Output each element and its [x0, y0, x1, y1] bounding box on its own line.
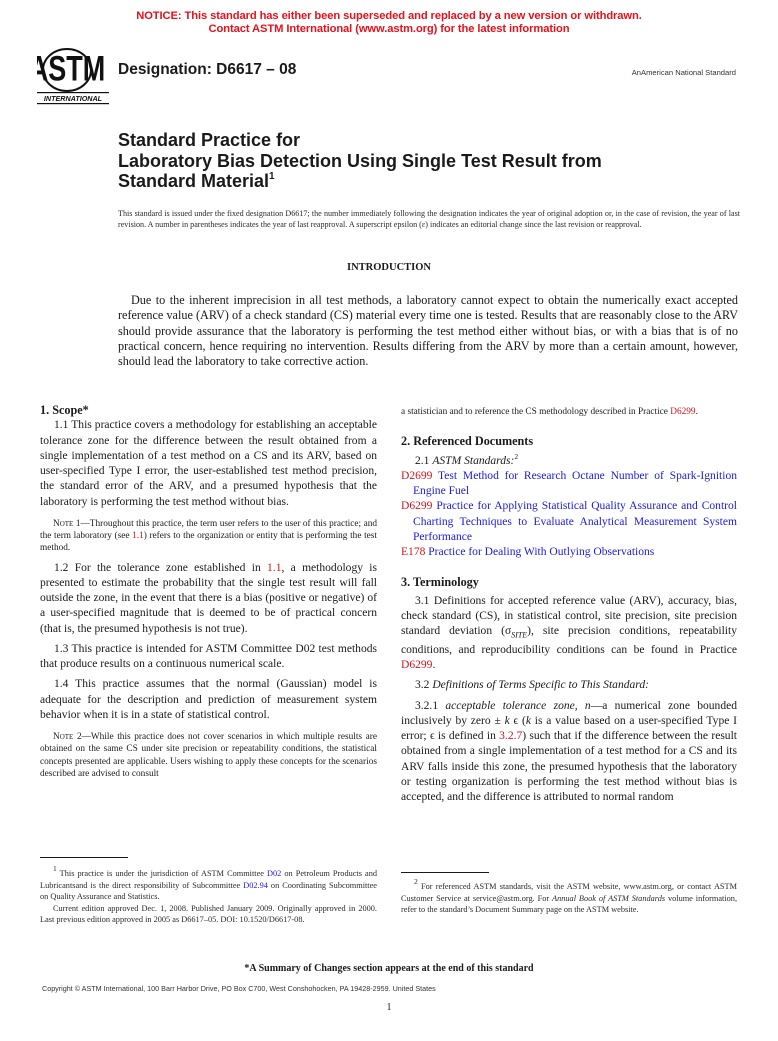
paragraph-1-1: 1.1 This practice covers a methodology f… — [40, 419, 377, 508]
footnote-1-edition: Current edition approved Dec. 1, 2008. P… — [40, 903, 377, 925]
footnote-2-mark[interactable]: 2 — [514, 452, 518, 461]
sigma-subscript: SITE — [511, 630, 528, 640]
introduction-heading: INTRODUCTION — [346, 262, 431, 273]
paragraph-1-2: 1.2 For the tolerance zone established i… — [40, 561, 377, 637]
note-2-continuation-text: a statistician and to reference the CS m… — [401, 407, 671, 417]
introduction-body: Due to the inherent imprecision in all t… — [118, 293, 738, 369]
title-line-3: Standard Material1 — [118, 171, 602, 192]
link-1-1[interactable]: 1.1 — [132, 531, 144, 541]
defined-term: acceptable tolerance zone, n — [445, 699, 591, 712]
notice-line-1: NOTICE: This standard has either been su… — [136, 10, 642, 22]
footnote-1-text: 1 This practice is under the jurisdictio… — [40, 865, 377, 903]
link-d6299[interactable]: D6299 — [670, 407, 695, 417]
copyright: Copyright © ASTM International, 100 Barr… — [42, 984, 436, 993]
introduction-paragraph: Due to the inherent imprecision in all t… — [118, 293, 738, 369]
title-line-2: Laboratory Bias Detection Using Single T… — [118, 150, 602, 171]
paragraph-3-2-num: 3.2 — [415, 679, 433, 692]
ref-item[interactable]: E178 Practice for Dealing With Outlying … — [401, 545, 737, 560]
note-2-text: 2—While this practice does not cover sce… — [40, 732, 377, 780]
definition-text-b: ϵ ( — [509, 714, 526, 727]
ref-code[interactable]: E178 — [401, 546, 425, 558]
withdrawn-notice: NOTICE: This standard has either been su… — [0, 10, 778, 36]
ref-code[interactable]: D2699 — [401, 470, 432, 482]
note-1-label: Note — [53, 518, 74, 529]
section-heading-referenced-documents: 2. Referenced Documents — [401, 434, 534, 449]
ref-code[interactable]: D6299 — [401, 500, 432, 512]
footnote-rule-left — [40, 857, 128, 858]
section-heading-terminology: 3. Terminology — [401, 574, 479, 589]
ref-title[interactable]: Test Method for Research Octane Number o… — [413, 470, 737, 497]
period: . — [432, 659, 436, 672]
paragraph-3-2-1: 3.2.1 acceptable tolerance zone, n—a num… — [401, 699, 737, 806]
paragraph-3-1: 3.1 Definitions for accepted reference v… — [401, 594, 737, 674]
title-line-1: Standard Practice for — [118, 130, 301, 150]
note-2: Note 2—While this practice does not cove… — [40, 731, 377, 780]
issued-note: This standard is issued under the fixed … — [118, 209, 740, 230]
logo-letters: ASTM — [37, 49, 105, 88]
note-2-continuation: a statistician and to reference the CS m… — [401, 406, 737, 418]
link-1-1[interactable]: 1.1 — [267, 562, 281, 574]
ref-item[interactable]: D2699 Test Method for Research Octane Nu… — [401, 469, 737, 500]
page-number: 1 — [386, 1002, 392, 1013]
ref-title[interactable]: Practice for Dealing With Outlying Obser… — [428, 546, 654, 558]
paragraph-3-2-1-num: 3.2.1 — [415, 699, 446, 712]
notice-line-2: Contact ASTM International (www.astm.org… — [208, 23, 570, 35]
section-heading-scope: 1. Scope* — [40, 403, 89, 417]
note-1: Note 1—Throughout this practice, the ter… — [40, 518, 377, 555]
summary-of-changes-notice: *A Summary of Changes section appears at… — [244, 963, 534, 974]
period: . — [695, 407, 698, 417]
paragraph-1-4: 1.4 This practice assumes that the norma… — [40, 678, 377, 721]
logo-subtext: INTERNATIONAL — [44, 94, 102, 103]
annual-book-title: Annual Book of ASTM Standards — [552, 893, 666, 903]
astm-logo: ASTM INTERNATIONAL — [29, 48, 113, 106]
link-d02-94[interactable]: D02.94 — [243, 881, 268, 890]
footnote-rule-right — [401, 872, 489, 873]
paragraph-1-2-text-a: 1.2 For the tolerance zone established i… — [54, 561, 268, 574]
paragraph-3-2-title: Definitions of Terms Specific to This St… — [432, 679, 649, 692]
link-d6299[interactable]: D6299 — [401, 659, 432, 671]
link-3-2-7[interactable]: 3.2.7 — [499, 730, 522, 742]
paragraph-1-3: 1.3 This practice is intended for ASTM C… — [40, 642, 377, 671]
american-national-standard-label: AnAmerican National Standard — [631, 68, 736, 77]
ref-item[interactable]: D6299 Practice for Applying Statistical … — [401, 499, 737, 545]
footnote-1: 1 This practice is under the jurisdictio… — [40, 865, 377, 926]
title-line-3-text: Standard Material — [118, 171, 270, 191]
ref-title[interactable]: Practice for Applying Statistical Qualit… — [413, 500, 737, 543]
paragraph-3-2: 3.2 Definitions of Terms Specific to Thi… — [401, 678, 737, 693]
paragraph-2-1-num: 2.1 — [415, 454, 433, 467]
referenced-documents-list: D2699 Test Method for Research Octane Nu… — [401, 469, 737, 561]
footnote-2: 2 For referenced ASTM standards, visit t… — [401, 878, 737, 916]
note-2-label: Note — [53, 732, 74, 743]
astm-logo-icon: ASTM INTERNATIONAL — [29, 48, 109, 105]
paragraph-2-1: 2.1 ASTM Standards:2 — [401, 452, 737, 469]
left-column: 1. Scope* 1.1 This practice covers a met… — [40, 403, 377, 786]
footnote-2-text: 2 For referenced ASTM standards, visit t… — [401, 878, 737, 916]
title-footnote-mark[interactable]: 1 — [269, 171, 275, 182]
astm-standards-label: ASTM Standards: — [432, 454, 515, 467]
designation: Designation: D6617 – 08 — [118, 61, 297, 78]
document-title: Standard Practice for Laboratory Bias De… — [118, 130, 602, 192]
right-column: a statistician and to reference the CS m… — [401, 406, 737, 805]
footnote-1-text-a: This practice is under the jurisdiction … — [56, 869, 268, 878]
link-d02[interactable]: D02 — [267, 869, 281, 878]
